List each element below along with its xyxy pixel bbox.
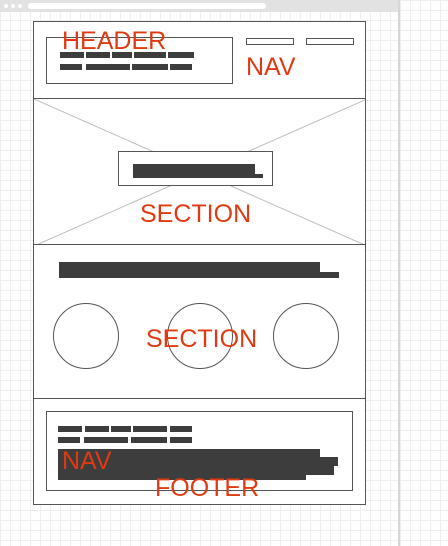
- text-placeholder: [168, 52, 194, 58]
- feature-section-label: SECTION: [146, 325, 258, 353]
- wireframe-canvas: HEADER NAV SECTION SECTION NAV FOOTER: [0, 0, 448, 546]
- text-placeholder: [170, 64, 192, 70]
- feature-circle: [53, 303, 119, 369]
- header-nav-label: NAV: [246, 53, 296, 81]
- address-bar: [28, 3, 266, 9]
- window-dot-icon: [11, 4, 15, 8]
- header-label: HEADER: [62, 27, 167, 55]
- text-placeholder: [170, 437, 192, 443]
- text-placeholder: [59, 272, 339, 278]
- hero-section-label: SECTION: [140, 200, 252, 228]
- text-placeholder: [170, 426, 192, 432]
- window-dot-icon: [18, 4, 22, 8]
- text-placeholder: [133, 426, 167, 432]
- text-placeholder: [58, 437, 80, 443]
- text-placeholder: [58, 426, 82, 432]
- text-placeholder: [131, 437, 167, 443]
- feature-circle: [273, 303, 339, 369]
- nav-link-placeholder: [246, 38, 294, 45]
- text-placeholder: [132, 64, 168, 70]
- text-placeholder: [133, 164, 255, 174]
- browser-toolbar: [0, 0, 400, 12]
- text-placeholder: [111, 426, 131, 432]
- window-dot-icon: [4, 4, 8, 8]
- text-placeholder: [84, 437, 128, 443]
- browser-edge: [398, 0, 400, 546]
- nav-link-placeholder: [306, 38, 354, 45]
- footer-nav-label: NAV: [62, 447, 112, 475]
- text-placeholder: [85, 426, 109, 432]
- text-placeholder: [60, 64, 82, 70]
- text-placeholder: [86, 64, 130, 70]
- text-placeholder: [133, 174, 263, 178]
- footer-label: FOOTER: [155, 474, 260, 502]
